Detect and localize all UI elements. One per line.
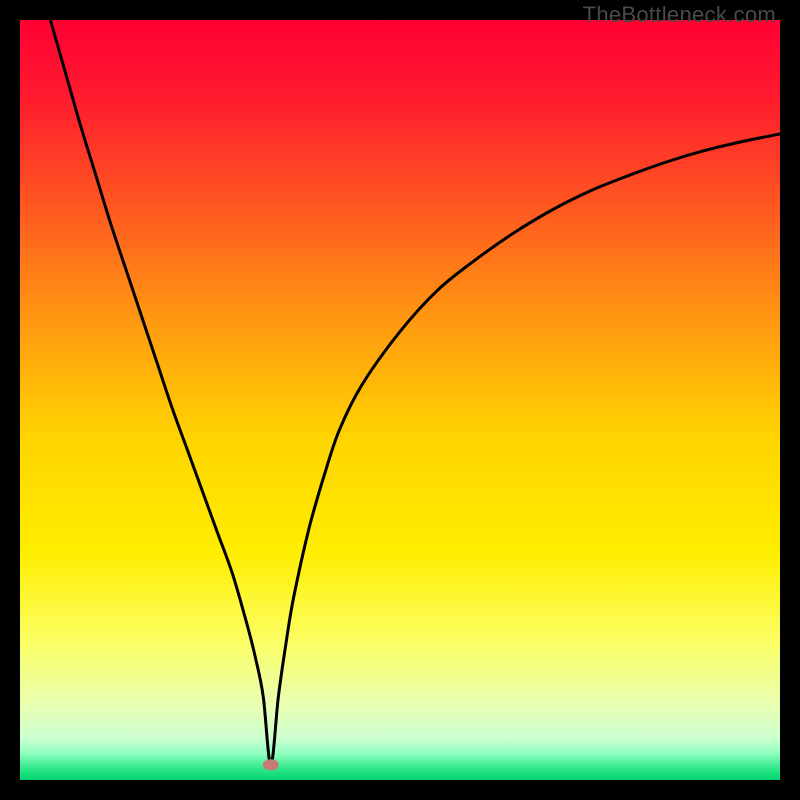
chart-frame — [20, 20, 780, 780]
minimum-marker — [263, 759, 279, 770]
chart-curve-layer — [20, 20, 780, 780]
watermark-text: TheBottleneck.com — [583, 2, 776, 28]
bottleneck-curve — [50, 20, 780, 765]
